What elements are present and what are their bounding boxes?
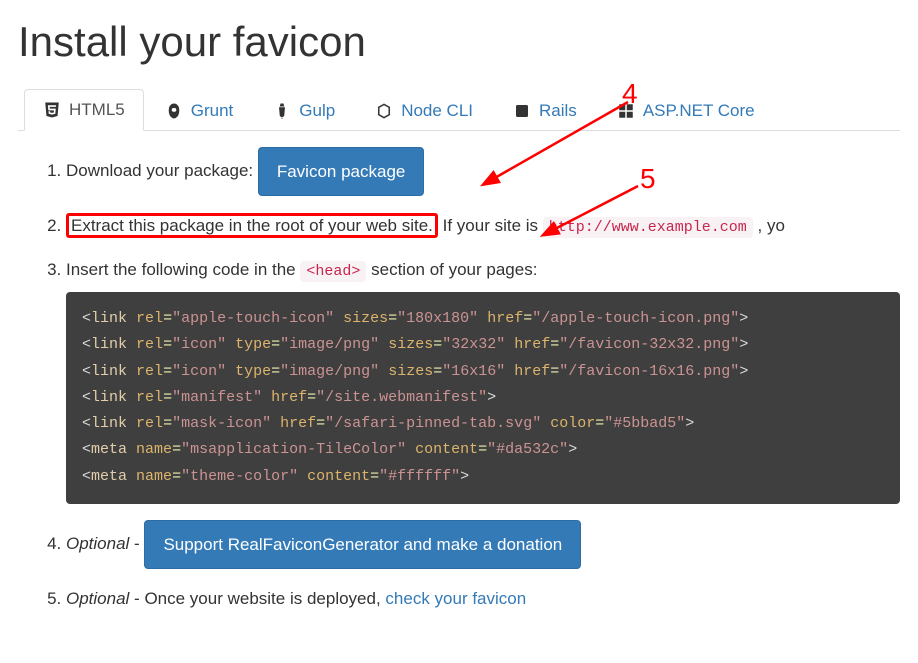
- donate-button[interactable]: Support RealFaviconGenerator and make a …: [144, 520, 581, 569]
- step-2-after: If your site is: [438, 216, 543, 235]
- tab-label: Rails: [539, 101, 577, 121]
- aspnet-icon: [617, 102, 635, 120]
- grunt-icon: [165, 102, 183, 120]
- check-favicon-link[interactable]: check your favicon: [385, 589, 526, 608]
- step-1: Download your package: Favicon package: [66, 147, 900, 196]
- nodejs-icon: [375, 102, 393, 120]
- step-2: Extract this package in the root of your…: [66, 212, 900, 240]
- tab-aspnet-core[interactable]: ASP.NET Core: [598, 89, 774, 131]
- step-1-text: Download your package:: [66, 161, 258, 180]
- tab-label: Node CLI: [401, 101, 473, 121]
- tab-label: ASP.NET Core: [643, 101, 755, 121]
- rails-icon: [513, 102, 531, 120]
- tab-node-cli[interactable]: Node CLI: [356, 89, 492, 131]
- tab-label: Gulp: [299, 101, 335, 121]
- tab-gulp[interactable]: Gulp: [254, 89, 354, 131]
- dash: -: [129, 534, 144, 553]
- step-5-text: Once your website is deployed,: [144, 589, 385, 608]
- step-3-prefix: Insert the following code in the: [66, 260, 300, 279]
- optional-label: Optional: [66, 534, 129, 553]
- head-tag-code: <head>: [300, 261, 366, 282]
- step-4: Optional - Support RealFaviconGenerator …: [66, 520, 900, 569]
- install-steps: Download your package: Favicon package E…: [18, 147, 900, 612]
- step-3-suffix: section of your pages:: [366, 260, 537, 279]
- head-code-block[interactable]: <link rel="apple-touch-icon" sizes="180x…: [66, 292, 900, 504]
- tab-label: Grunt: [191, 101, 234, 121]
- step-3: Insert the following code in the <head> …: [66, 256, 900, 504]
- page-title: Install your favicon: [18, 18, 900, 66]
- tab-rails[interactable]: Rails: [494, 89, 596, 131]
- html5-icon: [43, 101, 61, 119]
- tabs-nav: HTML5 Grunt Gulp Node CLI Rails ASP.NET …: [18, 88, 900, 131]
- tab-label: HTML5: [69, 100, 125, 120]
- tab-grunt[interactable]: Grunt: [146, 89, 253, 131]
- optional-label: Optional: [66, 589, 129, 608]
- download-favicon-package-button[interactable]: Favicon package: [258, 147, 425, 196]
- step-2-tail: , yo: [753, 216, 785, 235]
- tab-html5[interactable]: HTML5: [24, 89, 144, 131]
- gulp-icon: [273, 102, 291, 120]
- highlight-extract-root: Extract this package in the root of your…: [66, 213, 438, 238]
- step-5: Optional - Once your website is deployed…: [66, 585, 900, 612]
- dash: -: [129, 589, 144, 608]
- example-url-code: http://www.example.com: [543, 217, 753, 238]
